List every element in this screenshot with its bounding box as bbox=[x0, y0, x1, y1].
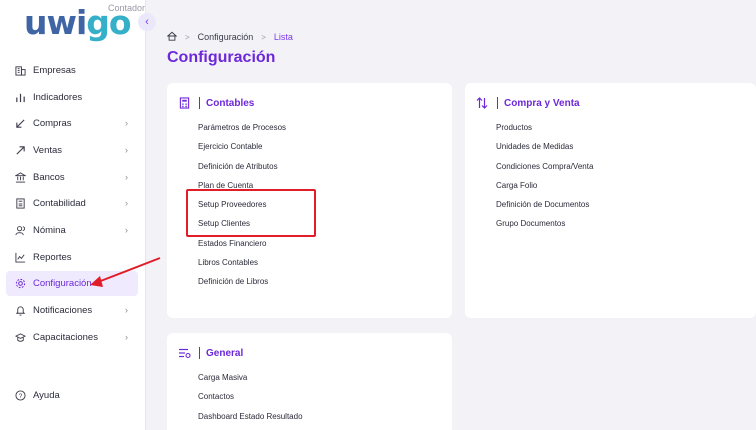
calculator-icon bbox=[13, 197, 27, 211]
sidebar-item-label: Ayuda bbox=[33, 390, 60, 401]
breadcrumb-configuracion[interactable]: Configuración bbox=[198, 32, 254, 42]
sidebar-item-notificaciones[interactable]: Notificaciones › bbox=[6, 298, 138, 323]
sidebar-item-empresas[interactable]: Empresas bbox=[6, 58, 138, 83]
link-libros-contables[interactable]: Libros Contables bbox=[198, 257, 286, 276]
bank-icon bbox=[13, 171, 27, 185]
sidebar-item-ventas[interactable]: Ventas › bbox=[6, 138, 138, 163]
link-grupo-documentos[interactable]: Grupo Documentos bbox=[496, 218, 593, 237]
card-contables: Contables Parámetros de Procesos Ejercic… bbox=[167, 83, 452, 318]
collapse-sidebar-button[interactable]: ‹ bbox=[138, 13, 156, 31]
link-productos[interactable]: Productos bbox=[496, 122, 593, 141]
sidebar: uwigo Contador Empresas Indicadores Comp… bbox=[0, 0, 146, 430]
list-settings-icon bbox=[177, 346, 191, 360]
line-chart-icon bbox=[13, 251, 27, 265]
sidebar-item-label: Bancos bbox=[33, 172, 65, 183]
card-header: Contables bbox=[177, 96, 254, 110]
compra-venta-list: Productos Unidades de Medidas Condicione… bbox=[496, 122, 593, 238]
link-plan-de-cuenta[interactable]: Plan de Cuenta bbox=[198, 180, 286, 199]
sidebar-item-label: Ventas bbox=[33, 145, 63, 156]
link-carga-masiva[interactable]: Carga Masiva bbox=[198, 372, 303, 391]
calculator-icon bbox=[177, 96, 191, 110]
link-condiciones-compra-venta[interactable]: Condiciones Compra/Venta bbox=[496, 161, 593, 180]
card-title: General bbox=[206, 347, 244, 359]
link-parametros-de-procesos[interactable]: Parámetros de Procesos bbox=[198, 122, 286, 141]
link-unidades-de-medidas[interactable]: Unidades de Medidas bbox=[496, 141, 593, 160]
link-setup-clientes[interactable]: Setup Clientes bbox=[198, 218, 286, 237]
bell-icon bbox=[13, 304, 27, 318]
page-title: Configuración bbox=[167, 49, 276, 66]
link-definicion-de-documentos[interactable]: Definición de Documentos bbox=[496, 199, 593, 218]
chevron-left-icon: ‹ bbox=[145, 16, 149, 28]
card-header: Compra y Venta bbox=[475, 96, 580, 110]
chevron-right-icon: > bbox=[261, 32, 266, 42]
link-dashboard-estado-resultado[interactable]: Dashboard Estado Resultado bbox=[198, 411, 303, 430]
home-icon[interactable] bbox=[166, 31, 178, 43]
breadcrumb-lista: Lista bbox=[273, 32, 293, 42]
sidebar-item-compras[interactable]: Compras › bbox=[6, 111, 138, 136]
chevron-right-icon: › bbox=[125, 145, 128, 155]
sidebar-item-label: Empresas bbox=[33, 65, 76, 76]
link-definicion-de-libros[interactable]: Definición de Libros bbox=[198, 276, 286, 295]
breadcrumb: > Configuración > Lista bbox=[166, 31, 293, 43]
card-title: Contables bbox=[206, 97, 255, 109]
card-title: Compra y Venta bbox=[504, 97, 580, 109]
bar-chart-icon bbox=[13, 91, 27, 105]
chevron-right-icon: › bbox=[125, 305, 128, 315]
sidebar-item-bancos[interactable]: Bancos › bbox=[6, 165, 138, 190]
help-circle-icon: ? bbox=[13, 389, 27, 403]
sidebar-item-label: Nómina bbox=[33, 225, 66, 236]
sidebar-item-capacitaciones[interactable]: Capacitaciones › bbox=[6, 325, 138, 350]
sidebar-item-indicadores[interactable]: Indicadores bbox=[6, 85, 138, 110]
sidebar-item-ayuda[interactable]: ? Ayuda bbox=[6, 383, 138, 408]
logo-subtitle: Contador bbox=[108, 3, 146, 13]
link-carga-folio[interactable]: Carga Folio bbox=[496, 180, 593, 199]
sidebar-item-label: Configuración bbox=[33, 278, 92, 289]
sidebar-item-label: Capacitaciones bbox=[33, 332, 98, 343]
general-list: Carga Masiva Contactos Dashboard Estado … bbox=[198, 372, 303, 430]
building-icon bbox=[13, 64, 27, 78]
chevron-right-icon: › bbox=[125, 198, 128, 208]
svg-text:?: ? bbox=[18, 393, 22, 400]
card-general: General Carga Masiva Contactos Dashboard… bbox=[167, 333, 452, 430]
users-icon bbox=[13, 224, 27, 238]
chevron-right-icon: › bbox=[125, 172, 128, 182]
chevron-right-icon: › bbox=[125, 225, 128, 235]
card-compra-y-venta: Compra y Venta Productos Unidades de Med… bbox=[465, 83, 756, 318]
sidebar-item-label: Contabilidad bbox=[33, 198, 86, 209]
sidebar-item-label: Indicadores bbox=[33, 92, 83, 103]
graduation-cap-icon bbox=[13, 331, 27, 345]
arrow-up-right-icon bbox=[13, 144, 27, 158]
contables-list: Parámetros de Procesos Ejercicio Contabl… bbox=[198, 122, 286, 296]
sidebar-item-configuracion[interactable]: Configuración bbox=[6, 271, 138, 296]
sidebar-item-contabilidad[interactable]: Contabilidad › bbox=[6, 191, 138, 216]
uwigo-logo[interactable]: uwigo Contador bbox=[24, 2, 145, 42]
arrow-down-left-icon bbox=[13, 117, 27, 131]
sidebar-item-reportes[interactable]: Reportes bbox=[6, 245, 138, 270]
sidebar-item-label: Compras bbox=[33, 118, 72, 129]
link-ejercicio-contable[interactable]: Ejercicio Contable bbox=[198, 141, 286, 160]
chevron-right-icon: > bbox=[185, 32, 190, 42]
sidebar-item-label: Reportes bbox=[33, 252, 72, 263]
chevron-right-icon: › bbox=[125, 118, 128, 128]
sort-arrows-icon bbox=[475, 96, 489, 110]
sidebar-item-nomina[interactable]: Nómina › bbox=[6, 218, 138, 243]
gear-icon bbox=[13, 277, 27, 291]
link-definicion-de-atributos[interactable]: Definición de Atributos bbox=[198, 161, 286, 180]
chevron-right-icon: › bbox=[125, 332, 128, 342]
card-header: General bbox=[177, 346, 243, 360]
link-contactos[interactable]: Contactos bbox=[198, 391, 303, 410]
link-estados-financiero[interactable]: Estados Financiero bbox=[198, 238, 286, 257]
link-setup-proveedores[interactable]: Setup Proveedores bbox=[198, 199, 286, 218]
sidebar-item-label: Notificaciones bbox=[33, 305, 93, 316]
